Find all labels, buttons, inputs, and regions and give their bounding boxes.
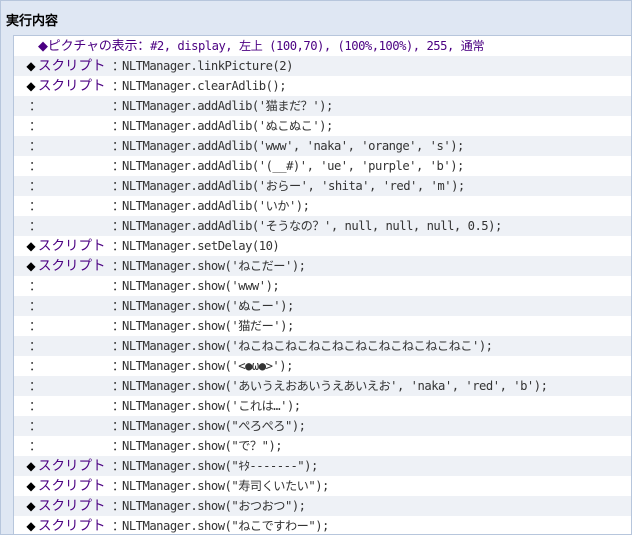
- continuation-mark: ：: [29, 178, 42, 193]
- command-diamond-icon: ◆: [26, 499, 36, 513]
- continuation-mark: ：: [29, 198, 42, 213]
- command-diamond-icon: ◆: [26, 259, 36, 273]
- script-label: スクリプト: [38, 58, 106, 74]
- script-code: NLTManager.addAdlib('そうなの？', null, null,…: [122, 219, 502, 233]
- script-label: スクリプト: [38, 78, 106, 94]
- script-command-row[interactable]: ◆ スクリプト： NLTManager.show("ねこですわー");: [14, 516, 631, 534]
- script-continuation-row[interactable]: ：： NLTManager.show('<●ω●>');: [14, 356, 631, 376]
- command-diamond-icon: ◆: [26, 519, 36, 533]
- event-command-list[interactable]: ◆ピクチャの表示：#2, display, 左上 (100,70), (100%…: [13, 35, 631, 534]
- command-diamond-icon: ◆: [26, 79, 36, 93]
- script-continuation-row[interactable]: ：： NLTManager.show('あいうえおあいうえあいえお', 'naka…: [14, 376, 631, 396]
- script-label: スクリプト: [38, 498, 106, 514]
- script-continuation-row[interactable]: ：： NLTManager.addAdlib('www', 'naka', 'or…: [14, 136, 631, 156]
- script-code: NLTManager.show("ｷﾀ-------");: [122, 459, 318, 473]
- continuation-mark: ：: [29, 358, 42, 373]
- command-diamond-icon: ◆: [26, 239, 36, 253]
- script-continuation-row[interactable]: ：： NLTManager.show('www');: [14, 276, 631, 296]
- script-code: NLTManager.clearAdlib();: [122, 79, 287, 93]
- script-code: NLTManager.show('www');: [122, 279, 280, 293]
- script-command-row[interactable]: ◆ スクリプト： NLTManager.linkPicture(2): [14, 56, 631, 76]
- script-code: NLTManager.show('ねこねこねこねこねこねこねこねこねこねこ');: [122, 339, 493, 353]
- continuation-mark: ：: [29, 418, 42, 433]
- script-code: NLTManager.show('ぬこー');: [122, 299, 294, 313]
- continuation-mark: ：: [29, 98, 42, 113]
- command-diamond-icon: ◆: [26, 459, 36, 473]
- script-continuation-row[interactable]: ：： NLTManager.addAdlib('ぬこぬこ');: [14, 116, 631, 136]
- continuation-mark: ：: [29, 118, 42, 133]
- continuation-mark: ：: [29, 318, 42, 333]
- script-label: スクリプト: [38, 478, 106, 494]
- script-code: NLTManager.show("ねこですわー");: [122, 519, 329, 533]
- script-continuation-row[interactable]: ：： NLTManager.addAdlib('猫まだ？');: [14, 96, 631, 116]
- script-code: NLTManager.addAdlib('ぬこぬこ');: [122, 119, 333, 133]
- script-label: スクリプト: [38, 238, 106, 254]
- script-continuation-row[interactable]: ：： NLTManager.show('猫だー');: [14, 316, 631, 336]
- script-code: NLTManager.show("で？");: [122, 439, 283, 453]
- script-continuation-row[interactable]: ：： NLTManager.addAdlib('(__#)', 'ue', 'pu…: [14, 156, 631, 176]
- panel-title: 実行内容: [6, 14, 59, 29]
- event-contents-panel: 実行内容 ◆ピクチャの表示：#2, display, 左上 (100,70), …: [0, 0, 632, 535]
- continuation-mark: ：: [29, 278, 42, 293]
- script-code: NLTManager.addAdlib('猫まだ？');: [122, 99, 333, 113]
- script-code: NLTManager.setDelay(10): [122, 239, 280, 253]
- script-label: スクリプト: [38, 518, 106, 534]
- continuation-mark: ：: [29, 378, 42, 393]
- script-continuation-row[interactable]: ：： NLTManager.show('ねこねこねこねこねこねこねこねこねこねこ'…: [14, 336, 631, 356]
- script-command-row[interactable]: ◆ スクリプト： NLTManager.show("寿司くいたい");: [14, 476, 631, 496]
- script-code: NLTManager.linkPicture(2): [122, 59, 293, 73]
- script-code: NLTManager.show("寿司くいたい");: [122, 479, 329, 493]
- script-command-row[interactable]: ◆ スクリプト： NLTManager.setDelay(10): [14, 236, 631, 256]
- script-command-row[interactable]: ◆ スクリプト： NLTManager.show("ｷﾀ-------");: [14, 456, 631, 476]
- command-diamond-icon: ◆: [26, 59, 36, 73]
- script-code: NLTManager.show('<●ω●>');: [122, 359, 293, 373]
- event-command-row-picture[interactable]: ◆ピクチャの表示：#2, display, 左上 (100,70), (100%…: [14, 36, 631, 57]
- script-continuation-row[interactable]: ：： NLTManager.show('ぬこー');: [14, 296, 631, 316]
- script-code: NLTManager.show('猫だー');: [122, 319, 294, 333]
- script-continuation-row[interactable]: ：： NLTManager.show("で？");: [14, 436, 631, 456]
- script-command-row[interactable]: ◆ スクリプト： NLTManager.show('ねこだー');: [14, 256, 631, 276]
- script-code: NLTManager.show("ぺろぺろ");: [122, 419, 306, 433]
- continuation-mark: ：: [29, 158, 42, 173]
- continuation-mark: ：: [29, 438, 42, 453]
- script-continuation-row[interactable]: ：： NLTManager.addAdlib('いか');: [14, 196, 631, 216]
- script-continuation-row[interactable]: ：： NLTManager.show('これは…');: [14, 396, 631, 416]
- show-picture-params: #2, display, 左上 (100,70), (100%,100%), 2…: [150, 39, 485, 53]
- script-command-row[interactable]: ◆ スクリプト： NLTManager.show("おつおつ");: [14, 496, 631, 516]
- show-picture-label: ◆ピクチャの表示：: [38, 39, 151, 54]
- script-code: NLTManager.addAdlib('おらー', 'shita', 'red…: [122, 179, 465, 193]
- script-continuation-row[interactable]: ：： NLTManager.addAdlib('そうなの？', null, nul…: [14, 216, 631, 236]
- script-code: NLTManager.show('これは…');: [122, 399, 301, 413]
- script-code: NLTManager.addAdlib('いか');: [122, 199, 310, 213]
- script-code: NLTManager.addAdlib('www', 'naka', 'oran…: [122, 139, 464, 153]
- script-label: スクリプト: [38, 458, 106, 474]
- script-label: スクリプト: [38, 258, 106, 274]
- script-command-row[interactable]: ◆ スクリプト： NLTManager.clearAdlib();: [14, 76, 631, 96]
- continuation-mark: ：: [29, 218, 42, 233]
- script-code: NLTManager.show('あいうえおあいうえあいえお', 'naka',…: [122, 379, 548, 393]
- script-code: NLTManager.show('ねこだー');: [122, 259, 306, 273]
- continuation-mark: ：: [29, 138, 42, 153]
- script-continuation-row[interactable]: ：： NLTManager.show("ぺろぺろ");: [14, 416, 631, 436]
- command-diamond-icon: ◆: [26, 479, 36, 493]
- continuation-mark: ：: [29, 338, 42, 353]
- continuation-mark: ：: [29, 398, 42, 413]
- continuation-mark: ：: [29, 298, 42, 313]
- script-code: NLTManager.show("おつおつ");: [122, 499, 306, 513]
- script-code: NLTManager.addAdlib('(__#)', 'ue', 'purp…: [122, 159, 464, 173]
- script-continuation-row[interactable]: ：： NLTManager.addAdlib('おらー', 'shita', 'r…: [14, 176, 631, 196]
- show-picture-command: ◆ピクチャの表示：#2, display, 左上 (100,70), (100%…: [38, 36, 485, 57]
